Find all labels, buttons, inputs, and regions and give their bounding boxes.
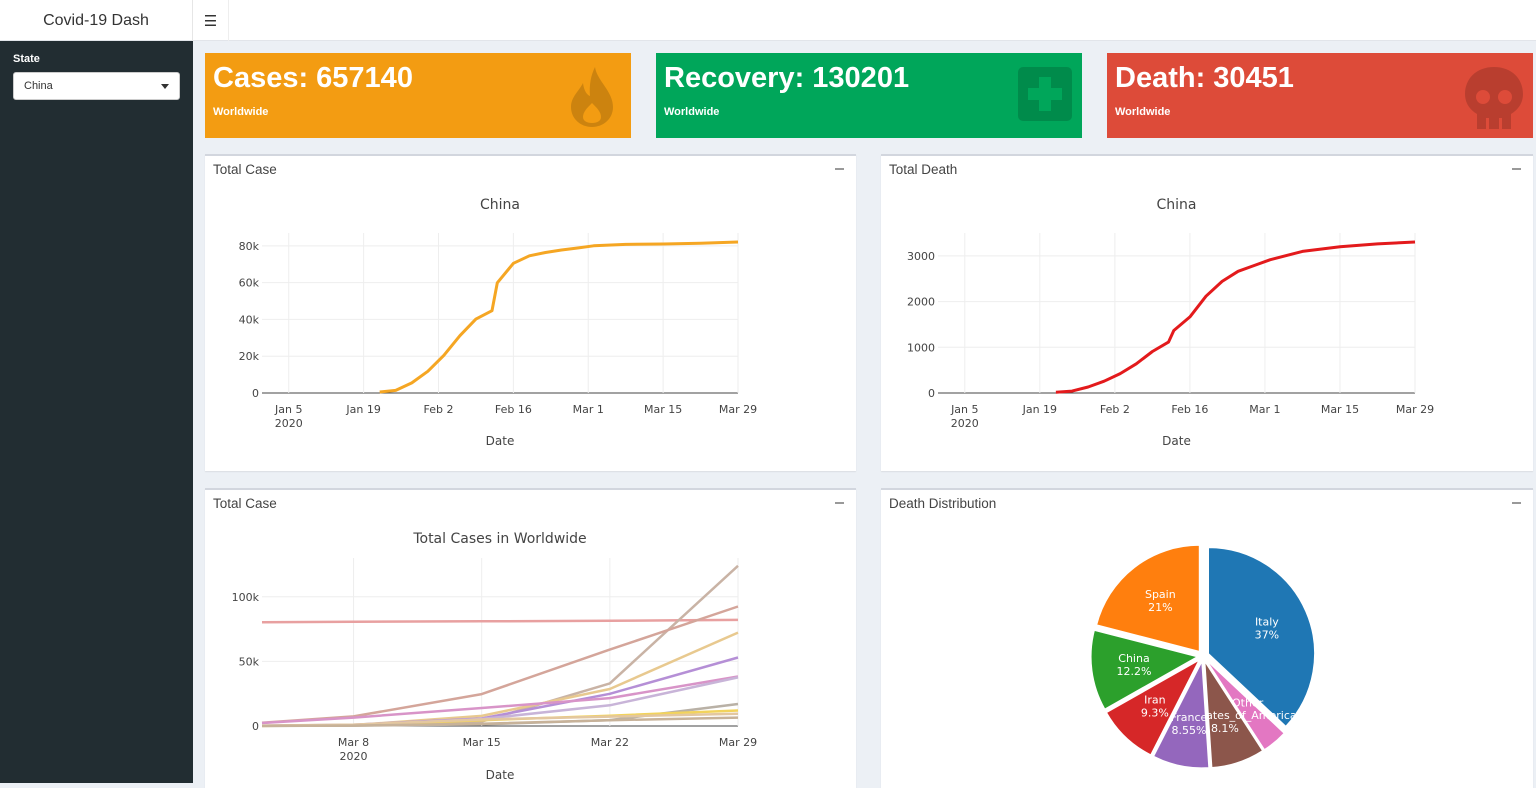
pie-label: Italy 37% bbox=[1255, 615, 1280, 641]
x-tick-label: Mar 29 bbox=[719, 736, 757, 749]
pie-label: Other bbox=[1232, 696, 1264, 709]
x-tick-label: Mar 15 bbox=[644, 403, 682, 416]
x-axis-label: Date bbox=[486, 768, 515, 782]
x-axis-label: Date bbox=[486, 434, 515, 448]
y-tick-label: 0 bbox=[928, 387, 935, 400]
y-tick-label: 40k bbox=[239, 313, 260, 326]
cases-subtitle: Worldwide bbox=[213, 106, 269, 118]
skull-icon bbox=[1465, 67, 1523, 129]
total-case-panel: Total Case 0 20k 40k 60k 80k Jan 5 2020 Jan 19 F… bbox=[205, 154, 856, 471]
death-value: Death: 30451 bbox=[1115, 62, 1294, 94]
x-tick-label: Mar 22 bbox=[591, 736, 629, 749]
state-select-value: China bbox=[24, 80, 53, 92]
y-tick-label: 60k bbox=[239, 277, 260, 290]
fire-icon bbox=[571, 67, 613, 127]
x-tick-label: Mar 8 2020 bbox=[338, 736, 369, 763]
state-label: State bbox=[13, 53, 40, 65]
y-tick-label: 1000 bbox=[907, 341, 935, 354]
pie-label: Iran 9.3% bbox=[1141, 693, 1169, 719]
x-tick-label: Mar 29 bbox=[1396, 403, 1434, 416]
worldwide-cases-chart: 0 50k 100k Mar 8 2020 Mar 15 Mar 22 Mar 29 Total… bbox=[232, 531, 758, 782]
cases-value: Cases: 657140 bbox=[213, 62, 413, 94]
app-title: Covid-19 Dash bbox=[0, 0, 193, 41]
death-distribution-panel: Death Distribution Italy 37% Other United_S… bbox=[881, 488, 1533, 788]
top-navbar: Covid-19 Dash ☰ bbox=[0, 0, 1536, 41]
x-tick-label: Jan 19 bbox=[345, 403, 380, 416]
hamburger-icon[interactable]: ☰ bbox=[193, 0, 229, 41]
sidebar: State China bbox=[0, 41, 193, 783]
x-tick-label: Jan 5 2020 bbox=[950, 403, 979, 430]
x-tick-label: Feb 16 bbox=[495, 403, 532, 416]
x-axis-label: Date bbox=[1162, 434, 1191, 448]
series-line bbox=[1055, 240, 1416, 394]
recovery-subtitle: Worldwide bbox=[664, 106, 720, 118]
pie-label: France 8.55% bbox=[1171, 711, 1208, 737]
cases-value-box: Cases: 657140 Worldwide bbox=[205, 53, 631, 138]
x-tick-label: Feb 2 bbox=[424, 403, 454, 416]
x-tick-label: Jan 19 bbox=[1022, 403, 1057, 416]
caret-down-icon bbox=[161, 83, 169, 89]
x-tick-label: Mar 1 bbox=[573, 403, 604, 416]
chart-title: China bbox=[480, 197, 520, 213]
series-line bbox=[379, 240, 739, 394]
chart-title: China bbox=[1157, 197, 1197, 213]
series-line bbox=[261, 618, 739, 624]
x-tick-label: Feb 2 bbox=[1100, 403, 1130, 416]
death-value-box: Death: 30451 Worldwide bbox=[1107, 53, 1533, 138]
y-tick-label: 80k bbox=[239, 240, 260, 253]
y-tick-label: 2000 bbox=[907, 296, 935, 309]
y-tick-label: 3000 bbox=[907, 250, 935, 263]
total-death-panel: Total Death 0 1000 2000 3000 Jan 5 2020 Jan 19… bbox=[881, 154, 1533, 471]
y-tick-label: 100k bbox=[232, 591, 260, 604]
recovery-value: Recovery: 130201 bbox=[664, 62, 910, 94]
medkit-icon bbox=[1018, 67, 1072, 121]
china-deaths-chart: 0 1000 2000 3000 Jan 5 2020 Jan 19 Feb 2 Feb 16 M… bbox=[907, 197, 1434, 448]
x-tick-label: Jan 5 2020 bbox=[274, 403, 303, 430]
state-select[interactable]: China bbox=[13, 72, 180, 100]
china-cases-chart: 0 20k 40k 60k 80k Jan 5 2020 Jan 19 Feb 2 Feb 16 M… bbox=[239, 197, 758, 448]
recovery-value-box: Recovery: 130201 Worldwide bbox=[656, 53, 1082, 138]
death-subtitle: Worldwide bbox=[1115, 106, 1171, 118]
chart-title: Total Cases in Worldwide bbox=[412, 531, 586, 547]
pie-label: Spain 21% bbox=[1145, 588, 1176, 614]
y-tick-label: 0 bbox=[252, 720, 259, 733]
x-tick-label: Mar 15 bbox=[463, 736, 501, 749]
death-distribution-pie: Italy 37%OtherUnited_States_of_America 8.1… bbox=[1090, 544, 1316, 769]
x-tick-label: Mar 1 bbox=[1249, 403, 1280, 416]
series-line bbox=[261, 564, 739, 728]
x-tick-label: Feb 16 bbox=[1171, 403, 1208, 416]
worldwide-case-panel: Total Case 0 50k 100k Mar 8 2020 Mar 15 Mar 22… bbox=[205, 488, 856, 788]
x-tick-label: Mar 15 bbox=[1321, 403, 1359, 416]
y-tick-label: 20k bbox=[239, 350, 260, 363]
y-tick-label: 0 bbox=[252, 387, 259, 400]
pie-label: China 12.2% bbox=[1117, 652, 1152, 678]
x-tick-label: Mar 29 bbox=[719, 403, 757, 416]
y-tick-label: 50k bbox=[239, 655, 260, 668]
